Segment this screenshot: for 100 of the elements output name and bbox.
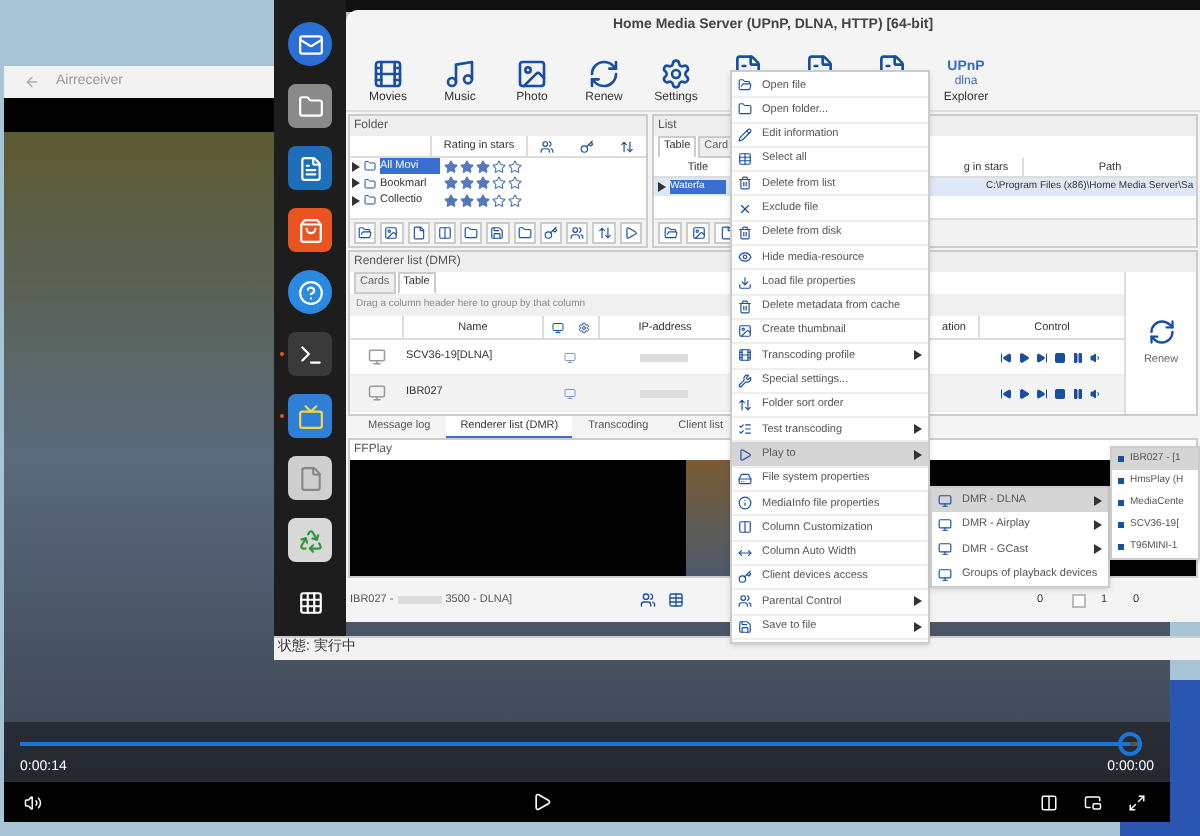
film-icon	[372, 58, 404, 90]
toolbar-button[interactable]	[686, 222, 710, 244]
star-rating[interactable]	[444, 193, 522, 208]
bag-icon[interactable]	[288, 208, 332, 252]
next-icon[interactable]	[1036, 387, 1048, 399]
volume-icon[interactable]	[1090, 387, 1102, 399]
volume-icon[interactable]	[24, 793, 42, 811]
stop-icon[interactable]	[1054, 387, 1066, 399]
arrows-icon	[738, 545, 752, 560]
next-icon[interactable]	[1036, 351, 1048, 363]
trash-icon	[738, 299, 752, 314]
tool-icon	[691, 226, 705, 240]
caret-icon	[914, 596, 922, 607]
table-icon[interactable]	[668, 592, 685, 608]
columns-icon	[738, 520, 752, 535]
caret-icon	[914, 424, 922, 435]
pause-icon[interactable]	[1072, 387, 1084, 399]
toolbar-button[interactable]	[407, 222, 430, 244]
checklist-icon	[738, 422, 752, 437]
toolbar-button[interactable]	[513, 222, 536, 244]
folder-icon[interactable]	[288, 84, 332, 128]
pencil-icon	[738, 127, 752, 142]
save-icon	[738, 619, 752, 634]
video-thumbnail	[686, 460, 730, 576]
stop-icon[interactable]	[1054, 351, 1066, 363]
square-icon	[1118, 522, 1124, 528]
trash-icon	[738, 176, 752, 191]
image-icon	[738, 324, 752, 339]
refresh-icon	[1147, 317, 1175, 346]
tool-icon	[663, 226, 677, 240]
help-icon[interactable]	[288, 270, 332, 314]
pause-icon[interactable]	[1072, 351, 1084, 363]
folder-icon	[364, 160, 376, 173]
film-icon	[738, 348, 752, 363]
folder-icon	[364, 177, 376, 190]
drive-icon	[738, 471, 752, 486]
monitor-icon	[564, 351, 576, 363]
caret-icon	[1094, 495, 1102, 506]
monitor-icon	[938, 493, 952, 508]
recycle-bin-icon[interactable]	[288, 518, 332, 562]
tool-icon	[490, 226, 505, 240]
progress-track[interactable]	[20, 731, 1142, 755]
music-icon	[444, 58, 476, 90]
document-icon[interactable]	[288, 146, 332, 190]
layout-icon[interactable]	[1040, 793, 1058, 811]
volume-icon[interactable]	[1090, 351, 1102, 363]
sort-icon	[738, 398, 752, 412]
picture-in-picture-icon[interactable]	[1084, 793, 1102, 811]
toolbar-button[interactable]	[460, 222, 483, 244]
square-icon	[1118, 478, 1124, 484]
tool-icon	[543, 226, 558, 240]
tool-icon	[411, 226, 426, 240]
play-icon[interactable]	[1018, 387, 1030, 399]
refresh-icon	[588, 58, 620, 90]
settings-icon	[578, 321, 591, 333]
tool-icon	[384, 226, 399, 240]
trash-icon	[738, 225, 752, 240]
toolbar-button[interactable]	[380, 222, 404, 244]
square-icon	[1118, 456, 1124, 462]
media-app-icon[interactable]	[288, 394, 332, 438]
wrench-icon	[738, 373, 752, 388]
caret-icon	[658, 182, 666, 192]
settings-icon	[660, 58, 692, 90]
toolbar-button[interactable]	[354, 222, 377, 244]
square-icon	[1118, 544, 1124, 550]
table-icon	[738, 152, 752, 167]
previous-icon[interactable]	[1000, 351, 1012, 363]
tool-icon	[517, 226, 532, 240]
star-rating[interactable]	[444, 159, 522, 174]
toolbar-button[interactable]	[486, 222, 510, 244]
tool-icon	[358, 226, 373, 240]
caret-icon	[914, 350, 922, 361]
fullscreen-icon[interactable]	[1128, 793, 1146, 811]
previous-icon[interactable]	[1000, 387, 1012, 399]
tool-icon	[437, 226, 452, 240]
key-icon[interactable]	[579, 139, 594, 153]
star-rating[interactable]	[444, 176, 522, 191]
checkbox[interactable]	[1072, 593, 1087, 607]
toolbar-button[interactable]	[592, 222, 616, 244]
toolbar-button[interactable]	[658, 222, 682, 244]
caret-icon	[1094, 544, 1102, 555]
caret-icon	[1094, 519, 1102, 530]
users-icon[interactable]	[640, 592, 657, 608]
toolbar-button[interactable]	[566, 222, 589, 244]
square-icon	[1118, 500, 1124, 506]
eye-icon	[738, 250, 752, 265]
toolbar-button[interactable]	[433, 222, 457, 244]
progress-thumb[interactable]	[1118, 731, 1143, 755]
tool-icon	[597, 226, 612, 240]
caret-icon	[914, 449, 922, 460]
play-icon	[738, 447, 752, 462]
play-icon[interactable]	[1018, 351, 1030, 363]
file-icon[interactable]	[288, 456, 332, 500]
sort-icon[interactable]	[619, 139, 634, 153]
toolbar-button[interactable]	[539, 222, 563, 244]
toolbar-button[interactable]	[619, 222, 642, 244]
users-icon[interactable]	[540, 139, 555, 153]
terminal-icon[interactable]	[288, 332, 332, 376]
mail-icon[interactable]	[288, 22, 332, 66]
tool-icon	[570, 226, 585, 240]
